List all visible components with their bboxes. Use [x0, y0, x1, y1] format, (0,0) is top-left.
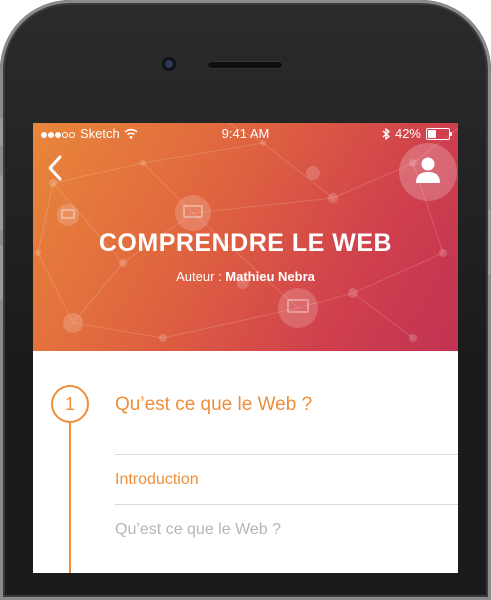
chevron-left-icon: [48, 155, 62, 181]
lesson-item-introduction[interactable]: Introduction: [115, 454, 458, 504]
app-screen: Sketch 9:41 AM 42% COMPRENDRE LE WEB Aut…: [33, 123, 458, 573]
author-name: Mathieu Nebra: [225, 269, 315, 284]
bluetooth-icon: [382, 127, 390, 140]
status-bar: Sketch 9:41 AM 42%: [33, 123, 458, 145]
chapter-number-badge: 1: [51, 385, 89, 423]
back-button[interactable]: [43, 153, 67, 183]
phone-volume-up: [0, 175, 3, 230]
user-icon: [416, 157, 440, 183]
phone-frame: Sketch 9:41 AM 42% COMPRENDRE LE WEB Aut…: [0, 0, 491, 600]
front-camera: [162, 57, 176, 71]
course-header: Sketch 9:41 AM 42% COMPRENDRE LE WEB Aut…: [33, 123, 458, 351]
lesson-item-what-is-the-web[interactable]: Qu’est ce que le Web ?: [115, 504, 458, 554]
chapter-content: 1 Qu’est ce que le Web ? Introduction Qu…: [33, 351, 458, 573]
battery-percent: 42%: [394, 126, 421, 141]
course-title: COMPRENDRE LE WEB: [98, 229, 393, 257]
profile-button[interactable]: [399, 143, 457, 201]
earpiece-speaker: [207, 61, 283, 69]
phone-volume-down: [0, 245, 3, 300]
battery-icon: [426, 127, 452, 140]
lesson-list: Introduction Qu’est ce que le Web ?: [115, 454, 458, 554]
battery-level-fill: [428, 129, 437, 138]
chapter-timeline-line: [69, 421, 71, 573]
chapter-title[interactable]: Qu’est ce que le Web ?: [115, 394, 312, 416]
author-label: Auteur :: [176, 269, 222, 284]
phone-mute-switch: [0, 118, 3, 146]
author-line: Auteur : Mathieu Nebra: [33, 269, 458, 284]
